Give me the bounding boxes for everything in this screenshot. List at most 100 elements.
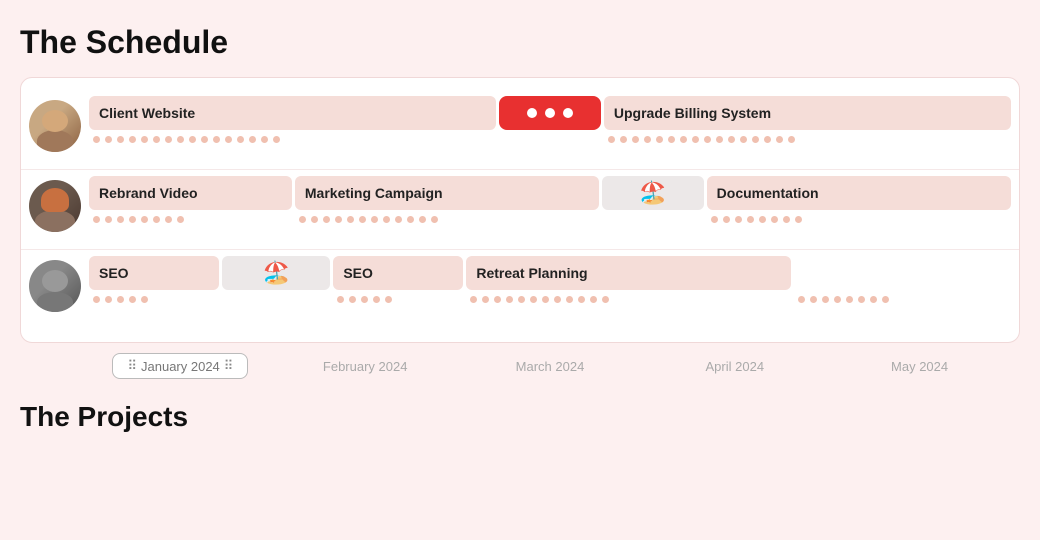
dot xyxy=(93,296,100,303)
dot-row xyxy=(707,214,1011,232)
empty-dots xyxy=(794,256,1011,312)
task-client-website[interactable]: Client Website xyxy=(89,96,496,152)
dot xyxy=(117,136,124,143)
task-vacation-row3: 🏖️ xyxy=(222,256,330,312)
dot xyxy=(141,216,148,223)
dot xyxy=(153,216,160,223)
dot-row xyxy=(499,134,601,152)
avatar-person-1 xyxy=(29,100,81,152)
task-vacation-row2: 🏖️ xyxy=(602,176,703,232)
dot xyxy=(419,216,426,223)
task-seo-1[interactable]: SEO xyxy=(89,256,219,312)
dot-row xyxy=(89,214,292,232)
dot xyxy=(482,296,489,303)
dot xyxy=(668,136,675,143)
dot xyxy=(870,296,877,303)
dot xyxy=(602,296,609,303)
dot xyxy=(554,296,561,303)
task-marketing-campaign[interactable]: Marketing Campaign xyxy=(295,176,599,232)
avatar-person-2 xyxy=(29,180,81,232)
task-bar[interactable]: Client Website xyxy=(89,96,496,130)
dot-row xyxy=(604,134,1011,152)
drag-handle-left: ⠿ xyxy=(127,358,137,374)
dot xyxy=(590,296,597,303)
vacation-cell: 🏖️ xyxy=(222,256,330,290)
dot xyxy=(177,216,184,223)
dot xyxy=(373,296,380,303)
dot xyxy=(620,136,627,143)
dot xyxy=(518,296,525,303)
dot-row xyxy=(466,294,791,312)
dot xyxy=(201,136,208,143)
page-title: The Schedule xyxy=(20,24,1020,61)
dot xyxy=(723,216,730,223)
beach-icon: 🏖️ xyxy=(639,180,666,206)
month-label-mar: March 2024 xyxy=(458,359,643,374)
dot xyxy=(237,136,244,143)
dot xyxy=(716,136,723,143)
schedule-row-2: Rebrand Video xyxy=(21,170,1019,250)
task-retreat-planning[interactable]: Retreat Planning xyxy=(466,256,791,312)
dot xyxy=(752,136,759,143)
dot xyxy=(783,216,790,223)
dot xyxy=(632,136,639,143)
task-bar[interactable]: SEO xyxy=(89,256,219,290)
schedule-row-1: Client Website xyxy=(21,90,1019,170)
task-bar[interactable]: Upgrade Billing System xyxy=(604,96,1011,130)
dot xyxy=(129,136,136,143)
dot xyxy=(788,136,795,143)
task-rebrand-video[interactable]: Rebrand Video xyxy=(89,176,292,232)
dot-row xyxy=(89,134,496,152)
red-dot-3 xyxy=(563,108,573,118)
dot xyxy=(747,216,754,223)
dot-row xyxy=(89,294,219,312)
dot xyxy=(359,216,366,223)
task-bar[interactable]: Marketing Campaign xyxy=(295,176,599,210)
dot xyxy=(834,296,841,303)
task-bar[interactable]: SEO xyxy=(333,256,463,290)
dot xyxy=(385,296,392,303)
dot xyxy=(141,136,148,143)
task-bar[interactable]: Rebrand Video xyxy=(89,176,292,210)
task-seo-2[interactable]: SEO xyxy=(333,256,463,312)
dot xyxy=(822,296,829,303)
schedule-row-3: SEO 🏖️ xyxy=(21,250,1019,330)
task-red-dots[interactable] xyxy=(499,96,601,152)
avatar-person-3 xyxy=(29,260,81,312)
section-title-projects: The Projects xyxy=(20,401,1020,433)
dot xyxy=(129,216,136,223)
dot xyxy=(506,296,513,303)
dot xyxy=(117,296,124,303)
dot xyxy=(771,216,778,223)
dot xyxy=(431,216,438,223)
red-dot-2 xyxy=(545,108,555,118)
task-documentation[interactable]: Documentation xyxy=(707,176,1011,232)
dot xyxy=(347,216,354,223)
dot xyxy=(735,216,742,223)
empty-space xyxy=(794,256,1011,290)
schedule-container: Client Website xyxy=(20,77,1020,343)
dot xyxy=(644,136,651,143)
task-upgrade-billing[interactable]: Upgrade Billing System xyxy=(604,96,1011,152)
dot xyxy=(273,136,280,143)
dot xyxy=(249,136,256,143)
dot xyxy=(798,296,805,303)
dot-row xyxy=(602,214,703,232)
dot xyxy=(153,136,160,143)
red-dot-bar[interactable] xyxy=(499,96,601,130)
dot xyxy=(795,216,802,223)
dot xyxy=(494,296,501,303)
dot xyxy=(764,136,771,143)
dot xyxy=(105,136,112,143)
page-container: The Schedule Client Website xyxy=(0,0,1040,453)
task-bar[interactable]: Documentation xyxy=(707,176,1011,210)
dot-row xyxy=(794,294,1011,312)
dot xyxy=(711,216,718,223)
task-bar[interactable]: Retreat Planning xyxy=(466,256,791,290)
month-highlight-january[interactable]: ⠿ January 2024 ⠿ xyxy=(112,353,248,379)
dot xyxy=(846,296,853,303)
dot xyxy=(189,136,196,143)
dot xyxy=(383,216,390,223)
dot xyxy=(608,136,615,143)
drag-handle-right: ⠿ xyxy=(224,358,234,374)
